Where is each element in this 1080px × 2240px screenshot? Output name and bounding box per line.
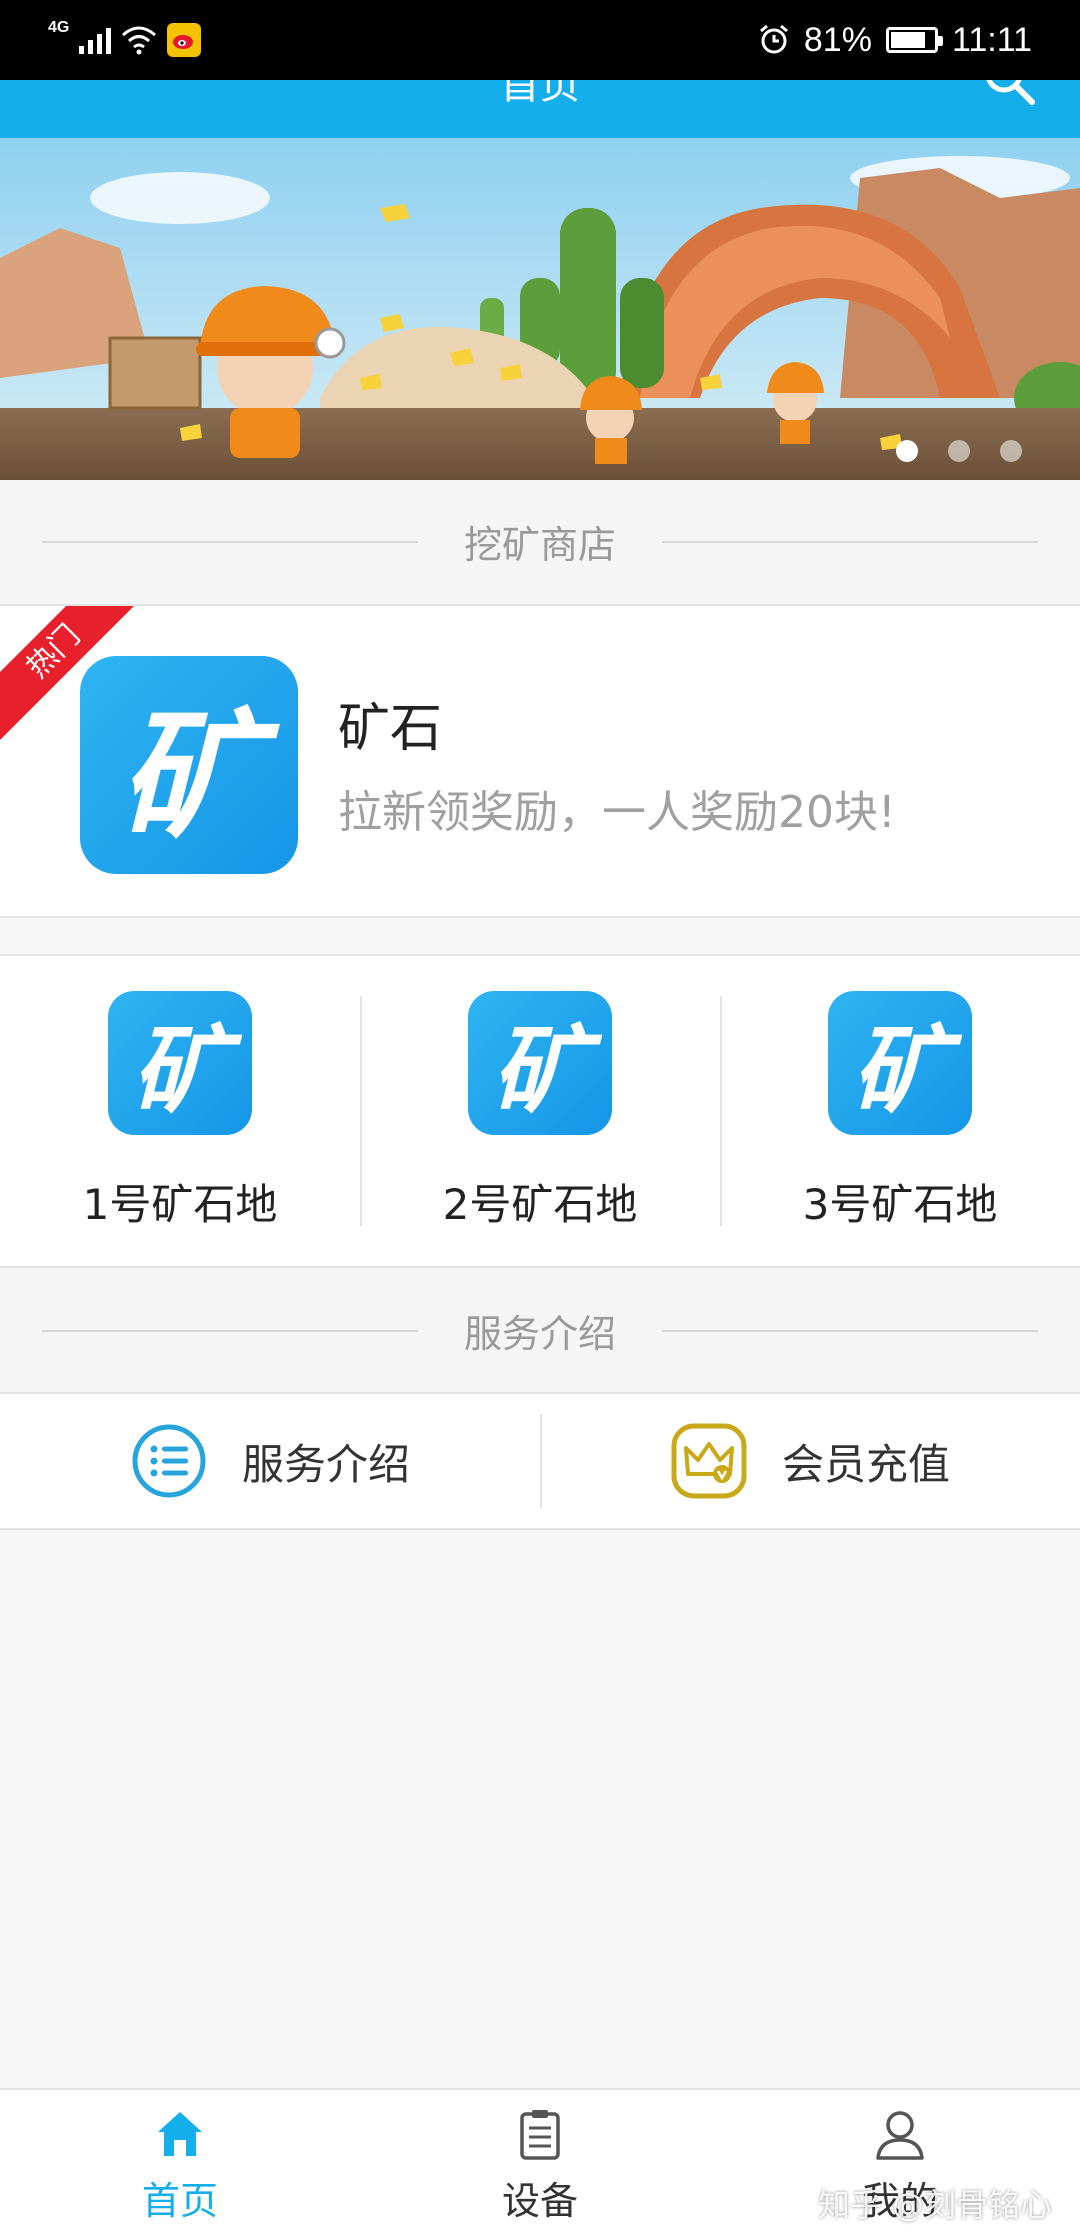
mining-site-label: 1号矿石地 (82, 1179, 278, 1229)
banner-carousel[interactable] (0, 138, 1080, 480)
app-icon-glyph: 矿 (852, 1015, 948, 1127)
nav-label: 首页 (141, 2178, 218, 2223)
section-title: 挖矿商店 (463, 513, 616, 569)
crown-icon (671, 1423, 747, 1499)
clipboard-icon (520, 2109, 560, 2160)
app-description: 拉新领奖励，一人奖励20块! (338, 787, 896, 838)
home-icon (158, 2111, 202, 2156)
featured-app-card[interactable]: 热门 矿 矿石 拉新领奖励，一人奖励20块! (0, 604, 1080, 918)
nav-devices[interactable]: 设备 (360, 2090, 720, 2240)
app-icon-glyph: 矿 (492, 1015, 588, 1127)
app-icon-glyph: 矿 (118, 696, 259, 859)
app-header: 首页 (0, 80, 1080, 138)
mining-site-label: 2号矿石地 (442, 1179, 638, 1229)
signal-icon (79, 26, 112, 54)
service-label: 会员充值 (781, 1439, 950, 1489)
battery-icon (885, 27, 943, 53)
app-name: 矿石 (338, 699, 443, 759)
network-type: 4G (48, 19, 70, 36)
wifi-icon (122, 26, 157, 55)
service-section-header: 服务介绍 (0, 1268, 1080, 1392)
list-icon (132, 1424, 206, 1498)
mine-app-icon: 矿 (80, 656, 298, 874)
mining-site-3[interactable]: 矿 3号矿石地 (720, 956, 1080, 1266)
page-title: 首页 (500, 80, 580, 108)
section-title: 服务介绍 (463, 1302, 616, 1358)
carousel-dot[interactable] (1000, 440, 1022, 462)
carousel-dot[interactable] (896, 440, 918, 462)
store-section-header: 挖矿商店 (0, 480, 1080, 602)
mine-app-icon: 矿 (468, 990, 612, 1135)
mine-app-icon: 矿 (828, 990, 972, 1135)
battery-percent: 81% (803, 20, 872, 59)
mining-sites-grid: 矿 1号矿石地 矿 2号矿石地 矿 3号矿石地 (0, 954, 1080, 1268)
services-row: 服务介绍 会员充值 (0, 1392, 1080, 1530)
nav-home[interactable]: 首页 (0, 2090, 360, 2240)
banner-image (0, 138, 1080, 480)
mining-site-label: 3号矿石地 (802, 1179, 998, 1229)
nav-label: 设备 (501, 2178, 578, 2223)
user-icon (876, 2110, 924, 2160)
weibo-icon (167, 23, 202, 57)
service-intro-button[interactable]: 服务介绍 (0, 1394, 540, 1528)
mining-site-2[interactable]: 矿 2号矿石地 (360, 956, 720, 1266)
app-icon-glyph: 矿 (132, 1015, 228, 1127)
search-icon[interactable] (980, 80, 1040, 110)
alarm-icon (759, 24, 788, 54)
carousel-dots (896, 440, 1022, 462)
mine-app-icon: 矿 (108, 990, 252, 1135)
service-label: 服务介绍 (241, 1439, 410, 1489)
member-recharge-button[interactable]: 会员充值 (540, 1394, 1080, 1528)
watermark: 知乎 @刻骨铭心 (817, 2186, 1052, 2224)
mining-site-1[interactable]: 矿 1号矿石地 (0, 956, 360, 1266)
clock: 11:11 (951, 20, 1032, 59)
carousel-dot[interactable] (948, 440, 970, 462)
status-bar: 4G 81% 11:11 (0, 0, 1080, 80)
